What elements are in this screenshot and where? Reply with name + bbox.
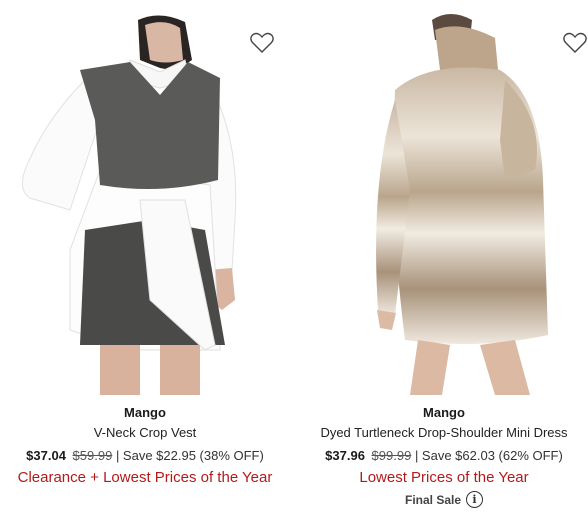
product-brand[interactable]: Mango [300, 404, 588, 422]
product-info: Mango Dyed Turtleneck Drop-Shoulder Mini… [300, 402, 588, 508]
savings-text: | Save $62.03 (62% OFF) [414, 448, 563, 463]
wishlist-heart-icon[interactable] [562, 31, 588, 55]
sale-price: $37.04 [26, 448, 66, 463]
savings-text: | Save $22.95 (38% OFF) [115, 448, 264, 463]
product-card[interactable]: Mango V-Neck Crop Vest $37.04 $59.99 | S… [0, 0, 290, 515]
product-image[interactable] [0, 0, 290, 395]
promo-text: Lowest Prices of the Year [359, 469, 529, 486]
sale-price: $37.96 [325, 448, 365, 463]
original-price: $59.99 [72, 448, 113, 463]
price-line: $37.96 $99.99 | Save $62.03 (62% OFF) [300, 447, 588, 465]
product-card[interactable]: Mango Dyed Turtleneck Drop-Shoulder Mini… [300, 0, 588, 515]
product-brand[interactable]: Mango [0, 404, 290, 422]
final-sale-row: Final Sale i [300, 491, 588, 508]
promo-text: Clearance + Lowest Prices of the Year [17, 469, 273, 486]
product-info: Mango V-Neck Crop Vest $37.04 $59.99 | S… [0, 402, 290, 488]
price-line: $37.04 $59.99 | Save $22.95 (38% OFF) [0, 447, 290, 465]
product-image[interactable] [300, 0, 588, 395]
info-icon[interactable]: i [466, 491, 484, 508]
final-sale-label: Final Sale [404, 492, 462, 507]
product-name[interactable]: V-Neck Crop Vest [0, 424, 290, 442]
original-price: $99.99 [371, 448, 412, 463]
product-name[interactable]: Dyed Turtleneck Drop-Shoulder Mini Dress [300, 424, 588, 442]
wishlist-heart-icon[interactable] [249, 31, 275, 55]
product-grid: Mango V-Neck Crop Vest $37.04 $59.99 | S… [0, 0, 588, 515]
